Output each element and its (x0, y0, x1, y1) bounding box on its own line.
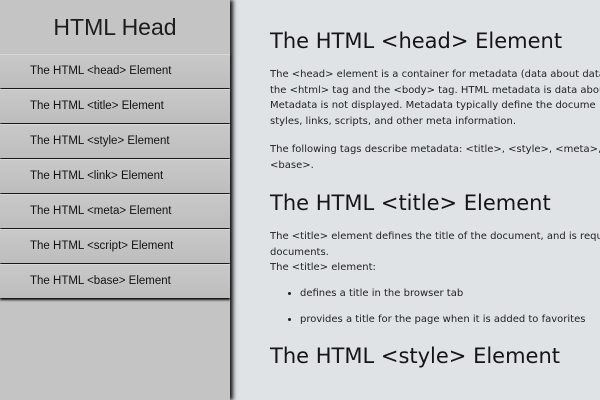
section-heading-title: The HTML <title> Element (270, 191, 551, 215)
text-line: the <html> tag and the <body> tag. HTML … (270, 84, 600, 96)
section-heading-style: The HTML <style> Element (270, 343, 561, 368)
sidebar-title: HTML Head (53, 14, 177, 40)
sidebar: HTML Head The HTML <head> Element The HT… (0, 0, 230, 400)
sidebar-item-head[interactable]: The HTML <head> Element (0, 54, 230, 88)
sidebar-item-script[interactable]: The HTML <script> Element (0, 229, 230, 263)
section-heading-head: The HTML <head> Element (270, 29, 563, 53)
sidebar-item-style[interactable]: The HTML <style> Element (0, 124, 230, 158)
list-item: defines a title in the browser tab (300, 286, 600, 302)
text-line: documents. (270, 246, 329, 258)
text-line: The <title> element: (270, 262, 376, 273)
sidebar-item-link[interactable]: The HTML <link> Element (0, 159, 230, 193)
text-line: Metadata is not displayed. Metadata typi… (270, 100, 596, 111)
text-line: styles, links, scripts, and other meta i… (270, 115, 517, 127)
text-line: The <title> element defines the title of… (270, 231, 600, 242)
sidebar-item-meta[interactable]: The HTML <meta> Element (0, 194, 230, 228)
main-content: The HTML <head> Element The <head> eleme… (230, 0, 600, 400)
text-line: The following tags describe metadata: <t… (270, 144, 600, 155)
list-item: provides a title for the page when it is… (300, 312, 600, 328)
sidebar-item-title[interactable]: The HTML <title> Element (0, 89, 230, 123)
title-list: defines a title in the browser tab provi… (270, 286, 600, 328)
head-paragraph-2: The following tags describe metadata: <t… (270, 142, 600, 173)
text-line: <base>. (270, 159, 314, 171)
text-line: The <head> element is a container for me… (270, 69, 600, 80)
sidebar-item-base[interactable]: The HTML <base> Element (0, 264, 230, 298)
head-paragraph-1: The <head> element is a container for me… (270, 67, 600, 129)
title-paragraph: The <title> element defines the title of… (270, 229, 600, 276)
